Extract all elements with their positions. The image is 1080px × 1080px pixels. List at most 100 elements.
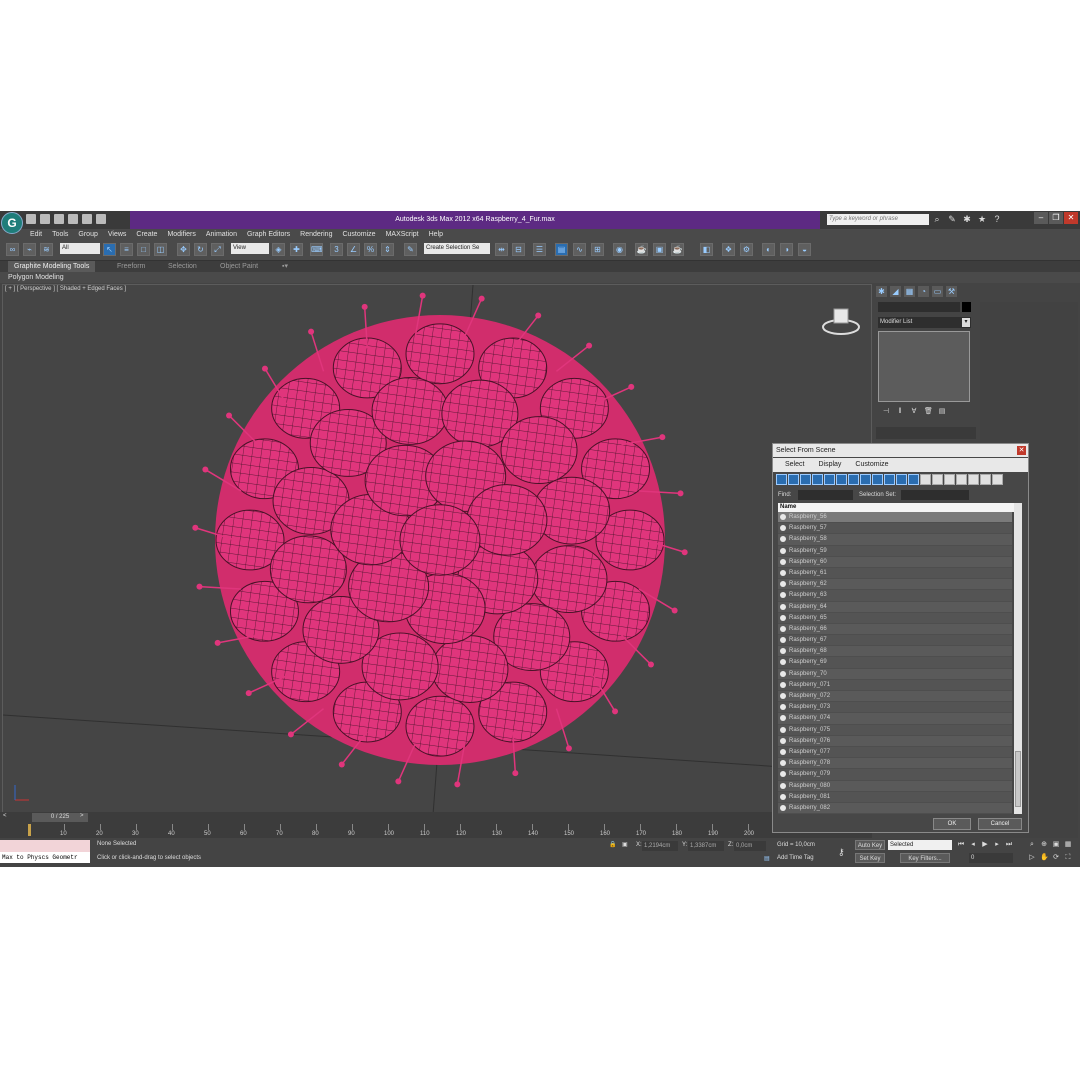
graphite-toggle-icon[interactable]: ▤ <box>555 243 568 256</box>
curve-editor-icon[interactable]: ∿ <box>573 243 586 256</box>
tab-freeform[interactable]: Freeform <box>117 261 145 272</box>
x-coordinate-field[interactable]: 1,2194cm <box>642 841 678 851</box>
ribbon-options-icon[interactable]: ▪▾ <box>282 261 288 272</box>
object-color-swatch[interactable] <box>962 302 971 312</box>
modifier-stack[interactable] <box>878 331 970 402</box>
select-manipulate-icon[interactable]: ✚ <box>290 243 303 256</box>
dialog-menu-customize[interactable]: Customize <box>855 458 888 472</box>
list-item[interactable]: Raspberry_075 <box>778 724 1012 736</box>
list-item[interactable]: Raspberry_59 <box>778 545 1012 557</box>
display-invert-icon[interactable] <box>944 474 955 485</box>
dialog-menu-display[interactable]: Display <box>818 458 841 472</box>
display-none-icon[interactable] <box>932 474 943 485</box>
app-logo-icon[interactable]: G <box>1 212 23 234</box>
lock-selection-icon[interactable]: 🔒 <box>609 841 616 848</box>
subscription-icon[interactable]: ✎ <box>947 214 957 224</box>
raspberry-model[interactable] <box>192 292 688 788</box>
reference-coordinate-select[interactable]: View <box>231 243 269 254</box>
list-item[interactable]: Raspberry_61 <box>778 567 1012 580</box>
help-icon[interactable]: ? <box>992 214 1002 224</box>
list-item[interactable]: Raspberry_074 <box>778 713 1012 725</box>
display-hidden-icon[interactable] <box>908 474 919 485</box>
modifier-list-select[interactable]: Modifier List ▾ <box>878 317 971 328</box>
list-item[interactable]: Raspberry_63 <box>778 590 1012 602</box>
list-item[interactable]: Raspberry_64 <box>778 602 1012 613</box>
display-shapes-icon[interactable] <box>788 474 799 485</box>
project-folder-icon[interactable] <box>96 214 106 224</box>
list-item[interactable]: Raspberry_60 <box>778 557 1012 568</box>
binoculars-icon[interactable]: ⌕ <box>932 214 942 224</box>
render-setup-icon[interactable]: ☕ <box>635 243 648 256</box>
display-lights-icon[interactable] <box>800 474 811 485</box>
scrollbar-thumb[interactable] <box>1015 751 1021 807</box>
extra-tool-5-icon[interactable]: ◑ <box>780 243 793 256</box>
menu-group[interactable]: Group <box>78 229 97 240</box>
perspective-viewport[interactable]: [ + ] [ Perspective ] [ Shaded + Edged F… <box>2 284 872 814</box>
selection-filter-select[interactable]: All <box>60 243 100 254</box>
display-frozen-icon[interactable] <box>896 474 907 485</box>
rotate-icon[interactable]: ↻ <box>194 243 207 256</box>
maxscript-mini-listener[interactable]: Max to Physcs Geometr <box>0 852 90 863</box>
viewcube-icon[interactable] <box>821 303 861 337</box>
configure-sets-icon[interactable]: ▤ <box>938 408 946 416</box>
unlink-icon[interactable]: ⌁ <box>23 243 36 256</box>
display-bones-icon[interactable] <box>872 474 883 485</box>
mirror-icon[interactable]: ⇹ <box>495 243 508 256</box>
time-slider[interactable]: < 0 / 225 > <box>0 812 872 823</box>
y-coordinate-field[interactable]: 1,3387cm <box>688 841 724 851</box>
play-icon[interactable]: ▶ <box>981 841 989 849</box>
maximize-viewport-icon[interactable]: ⛶ <box>1064 854 1072 862</box>
extra-tool-2-icon[interactable]: ❖ <box>722 243 735 256</box>
previous-frame-icon[interactable]: ◂ <box>969 841 977 849</box>
selection-set-select[interactable] <box>901 490 969 500</box>
list-item[interactable]: Raspberry_079 <box>778 769 1012 781</box>
name-column-header[interactable]: Name <box>778 503 1020 512</box>
list-item[interactable]: Raspberry_080 <box>778 781 1012 792</box>
list-item[interactable]: Raspberry_66 <box>778 624 1012 636</box>
zoom-all-icon[interactable]: ⊕ <box>1040 841 1048 849</box>
go-to-start-icon[interactable]: ⏮ <box>957 841 965 849</box>
display-all-icon[interactable] <box>920 474 931 485</box>
rollout-header[interactable] <box>876 427 976 439</box>
list-item[interactable]: Raspberry_071 <box>778 679 1012 691</box>
key-mode-select[interactable]: Selected <box>888 840 952 850</box>
menu-modifiers[interactable]: Modifiers <box>167 229 195 240</box>
align-icon[interactable]: ⊟ <box>512 243 525 256</box>
menu-customize[interactable]: Customize <box>342 229 375 240</box>
keyboard-shortcut-override-icon[interactable]: ⌨ <box>310 243 323 256</box>
close-icon[interactable]: ✕ <box>1064 212 1078 224</box>
filter-icon[interactable] <box>980 474 991 485</box>
current-frame-field[interactable]: 0 <box>969 853 1013 863</box>
list-view-icon[interactable] <box>956 474 967 485</box>
restore-icon[interactable]: ❐ <box>1049 212 1063 224</box>
make-unique-icon[interactable]: ∀ <box>910 408 918 416</box>
scale-icon[interactable]: ⤢ <box>211 243 224 256</box>
new-file-icon[interactable] <box>26 214 36 224</box>
zoom-icon[interactable]: ⌕ <box>1028 841 1036 849</box>
maxscript-listener-output[interactable] <box>0 840 90 852</box>
pan-icon[interactable]: ✋ <box>1040 854 1049 862</box>
minimize-icon[interactable]: – <box>1034 212 1048 224</box>
list-item[interactable]: Raspberry_078 <box>778 758 1012 770</box>
layer-manager-icon[interactable]: ☰ <box>533 243 546 256</box>
modify-tab-icon[interactable]: ◢ <box>890 286 901 297</box>
display-groups-icon[interactable] <box>848 474 859 485</box>
menu-rendering[interactable]: Rendering <box>300 229 332 240</box>
ok-button[interactable]: OK <box>933 818 971 830</box>
dialog-menu-select[interactable]: Select <box>785 458 804 472</box>
move-icon[interactable]: ✥ <box>177 243 190 256</box>
rectangular-selection-icon[interactable]: □ <box>137 243 150 256</box>
display-cameras-icon[interactable] <box>812 474 823 485</box>
go-to-end-icon[interactable]: ⏭ <box>1005 841 1013 849</box>
open-file-icon[interactable] <box>40 214 50 224</box>
absolute-mode-icon[interactable]: ▣ <box>622 841 628 848</box>
undo-icon[interactable] <box>68 214 78 224</box>
favorites-star-icon[interactable]: ★ <box>977 214 987 224</box>
hierarchy-tab-icon[interactable]: ▦ <box>904 286 915 297</box>
extra-tool-6-icon[interactable]: ◒ <box>798 243 811 256</box>
display-xrefs-icon[interactable] <box>860 474 871 485</box>
extra-tool-1-icon[interactable]: ◧ <box>700 243 713 256</box>
list-item[interactable]: Raspberry_68 <box>778 646 1012 658</box>
field-of-view-icon[interactable]: ▷ <box>1028 854 1036 862</box>
key-filters-button[interactable]: Key Filters... <box>900 853 950 863</box>
